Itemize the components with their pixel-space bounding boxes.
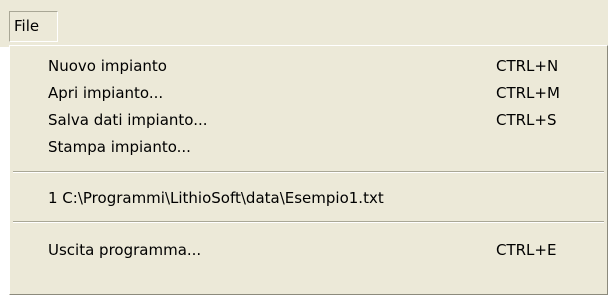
menu-item-label: Nuovo impianto (48, 57, 167, 75)
file-dropdown-menu: Nuovo impianto CTRL+N Apri impianto... C… (9, 45, 608, 295)
menu-item-exit-program[interactable]: Uscita programma... CTRL+E (10, 236, 607, 264)
menu-separator (13, 171, 604, 173)
menu-item-save-plant-data[interactable]: Salva dati impianto... CTRL+S (10, 106, 607, 134)
menu-bar: File (0, 0, 608, 47)
menu-item-label: 1 C:\Programmi\LithioSoft\data\Esempio1.… (48, 189, 384, 207)
menu-item-shortcut: CTRL+N (496, 57, 559, 75)
menu-item-label: Salva dati impianto... (48, 111, 208, 129)
menu-file[interactable]: File (9, 11, 58, 42)
menu-item-open-plant[interactable]: Apri impianto... CTRL+M (10, 79, 607, 107)
menu-item-print-plant[interactable]: Stampa impianto... (10, 133, 607, 161)
menu-item-shortcut: CTRL+S (496, 111, 557, 129)
menu-item-label: Uscita programma... (48, 241, 202, 259)
menu-item-new-plant[interactable]: Nuovo impianto CTRL+N (10, 52, 607, 80)
menu-separator (13, 221, 604, 223)
menu-item-shortcut: CTRL+E (496, 241, 557, 259)
menu-item-shortcut: CTRL+M (496, 84, 560, 102)
menu-item-recent-file-1[interactable]: 1 C:\Programmi\LithioSoft\data\Esempio1.… (10, 184, 607, 212)
menu-item-label: Apri impianto... (48, 84, 164, 102)
menu-item-label: Stampa impianto... (48, 138, 191, 156)
